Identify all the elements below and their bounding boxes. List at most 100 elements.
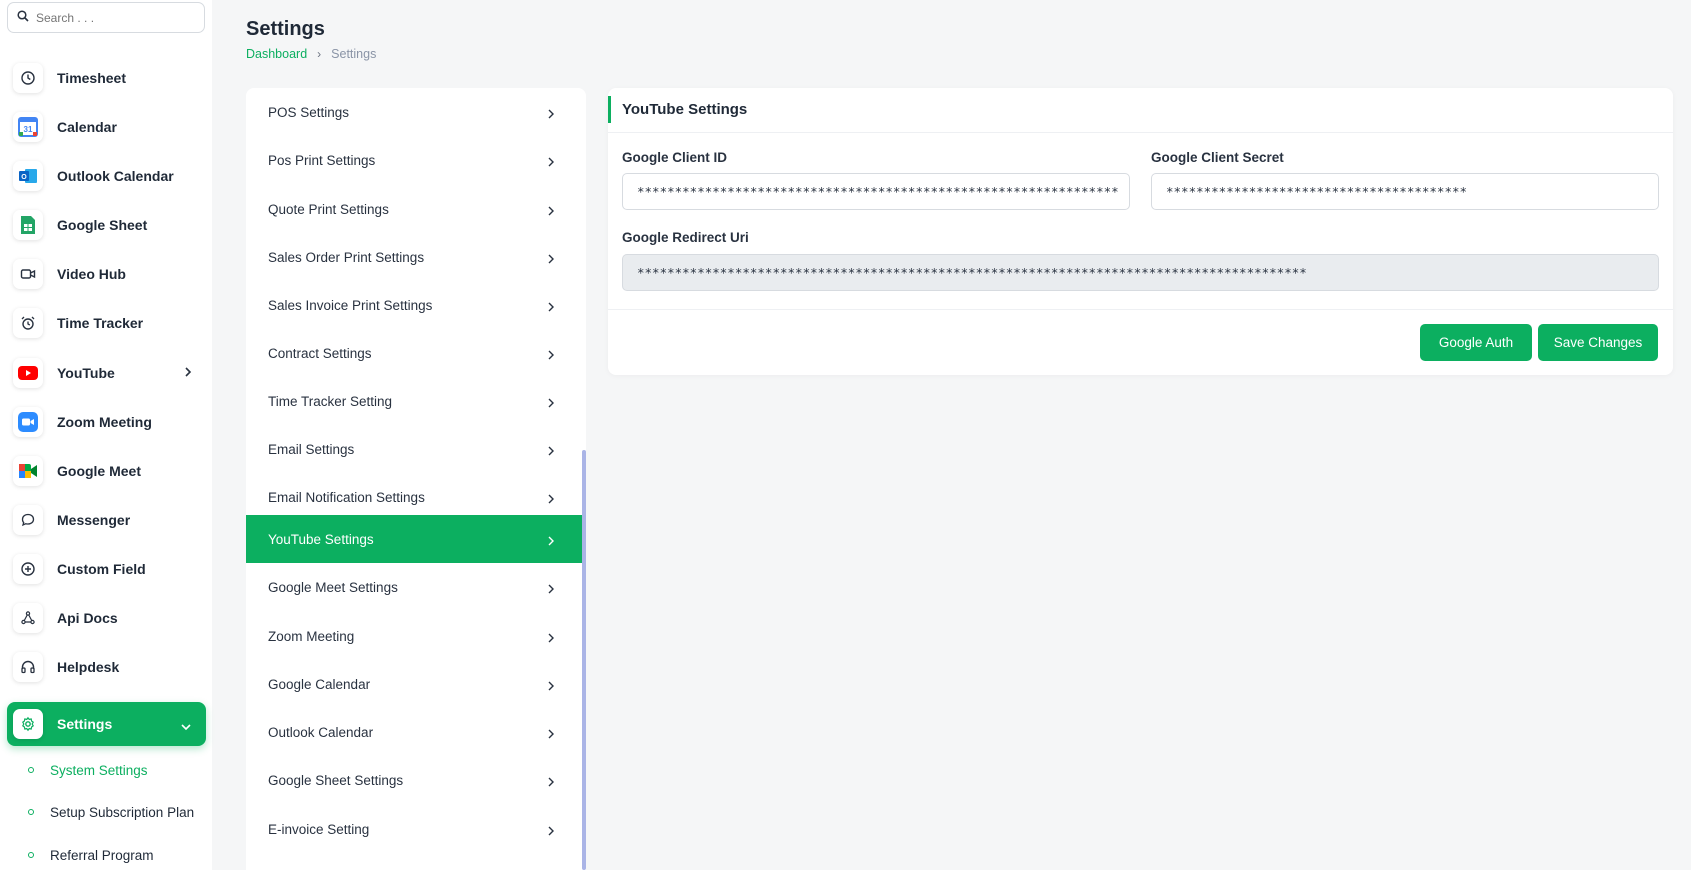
sidebar-item-label: Messenger (57, 512, 131, 528)
google-client-secret-input[interactable]: **************************************** (1151, 173, 1659, 210)
chevron-right-icon (548, 204, 554, 219)
zoom-icon (13, 407, 43, 437)
settings-item-email-settings[interactable]: Email Settings (246, 425, 582, 473)
settings-item-google-meet-settings[interactable]: Google Meet Settings (246, 563, 582, 611)
settings-item-zoom-meeting[interactable]: Zoom Meeting (246, 612, 582, 660)
sidebar-subitem-setup-subscription-plan[interactable]: Setup Subscription Plan (28, 802, 194, 822)
chevron-right-icon (184, 365, 192, 383)
sidebar-subitem-system-settings[interactable]: System Settings (28, 760, 148, 780)
chevron-right-icon (548, 348, 554, 363)
svg-text:31: 31 (24, 125, 33, 134)
card-header: YouTube Settings (608, 88, 1673, 133)
scrollbar-thumb[interactable] (582, 450, 586, 870)
settings-item-label: Zoom Meeting (268, 628, 355, 644)
chevron-right-icon (548, 679, 554, 694)
settings-item-pos-print-settings[interactable]: Pos Print Settings (246, 136, 582, 184)
video-icon (13, 259, 43, 289)
breadcrumb-dashboard-link[interactable]: Dashboard (246, 47, 307, 61)
sidebar-item-api-docs[interactable]: Api Docs (7, 596, 206, 640)
google-sheet-icon (13, 210, 43, 240)
sidebar-item-video-hub[interactable]: Video Hub (7, 252, 206, 296)
sidebar-subitem-referral-program[interactable]: Referral Program (28, 845, 154, 865)
sidebar: Timesheet 31 Calendar O Outlook Calendar… (0, 0, 212, 870)
save-changes-button[interactable]: Save Changes (1538, 324, 1658, 361)
sidebar-item-label: YouTube (57, 365, 115, 381)
settings-item-label: Sales Invoice Print Settings (268, 297, 433, 313)
chevron-right-icon (548, 444, 554, 459)
settings-item-label: Contract Settings (268, 345, 372, 361)
sidebar-item-label: Timesheet (57, 70, 126, 86)
bullet-icon (28, 852, 34, 858)
settings-nav-list: POS Settings Pos Print Settings Quote Pr… (246, 88, 586, 870)
settings-item-label: POS Settings (268, 104, 350, 120)
gear-icon (13, 709, 43, 739)
sidebar-item-label: Helpdesk (57, 659, 120, 675)
sidebar-subitem-label: System Settings (50, 762, 148, 778)
settings-item-google-sheet-settings[interactable]: Google Sheet Settings (246, 756, 582, 804)
settings-item-outlook-calendar[interactable]: Outlook Calendar (246, 708, 582, 756)
sidebar-item-calendar[interactable]: 31 Calendar (7, 105, 206, 149)
sidebar-item-label: Api Docs (57, 610, 118, 626)
breadcrumb-current: Settings (331, 47, 377, 61)
chevron-right-icon (548, 631, 554, 646)
chevron-right-icon (548, 534, 554, 549)
sidebar-item-settings[interactable]: Settings (7, 702, 206, 746)
sidebar-item-google-sheet[interactable]: Google Sheet (7, 203, 206, 247)
settings-item-label: Google Sheet Settings (268, 772, 404, 788)
sidebar-item-label: Google Sheet (57, 217, 148, 233)
settings-item-label: Outlook Calendar (268, 724, 374, 740)
chevron-right-icon (548, 727, 554, 742)
settings-item-label: Email Settings (268, 441, 355, 457)
chevron-right-icon (548, 824, 554, 839)
chevron-right-icon (548, 396, 554, 411)
google-redirect-uri-label: Google Redirect Uri (622, 230, 749, 245)
sidebar-item-google-meet[interactable]: Google Meet (7, 449, 206, 493)
settings-item-e-invoice-setting[interactable]: E-invoice Setting (246, 805, 582, 853)
sidebar-item-timesheet[interactable]: Timesheet (7, 56, 206, 100)
api-icon (13, 603, 43, 633)
sidebar-item-label: Custom Field (57, 561, 146, 577)
settings-item-youtube-settings[interactable]: YouTube Settings (246, 515, 582, 563)
headset-icon (13, 652, 43, 682)
sidebar-item-time-tracker[interactable]: Time Tracker (7, 301, 206, 345)
sidebar-item-zoom-meeting[interactable]: Zoom Meeting (7, 400, 206, 444)
sidebar-item-label: Video Hub (57, 266, 126, 282)
search-input[interactable] (36, 10, 196, 25)
settings-item-pos-settings[interactable]: POS Settings (246, 88, 582, 136)
google-redirect-uri-input: ****************************************… (622, 254, 1659, 291)
settings-item-label: Time Tracker Setting (268, 393, 393, 409)
chevron-right-icon (548, 300, 554, 315)
sidebar-item-custom-field[interactable]: Custom Field (7, 547, 206, 591)
outlook-icon: O (13, 161, 43, 191)
settings-item-google-calendar[interactable]: Google Calendar (246, 660, 582, 708)
sidebar-item-label: Settings (57, 716, 113, 732)
google-auth-button[interactable]: Google Auth (1420, 324, 1532, 361)
settings-item-time-tracker-setting[interactable]: Time Tracker Setting (246, 377, 582, 425)
settings-item-sales-order-print-settings[interactable]: Sales Order Print Settings (246, 233, 582, 281)
search-icon (17, 9, 29, 27)
chevron-right-icon (548, 582, 554, 597)
settings-item-contract-settings[interactable]: Contract Settings (246, 329, 582, 377)
chevron-right-icon (548, 775, 554, 790)
google-client-id-input[interactable]: ****************************************… (622, 173, 1130, 210)
search-box[interactable] (7, 2, 205, 33)
message-icon (13, 505, 43, 535)
settings-item-quote-print-settings[interactable]: Quote Print Settings (246, 185, 582, 233)
sidebar-item-messenger[interactable]: Messenger (7, 498, 206, 542)
settings-item-label: YouTube Settings (268, 531, 374, 547)
sidebar-item-label: Time Tracker (57, 315, 144, 331)
youtube-icon (13, 358, 43, 388)
sidebar-subitem-label: Referral Program (50, 847, 154, 863)
sidebar-item-outlook-calendar[interactable]: O Outlook Calendar (7, 154, 206, 198)
settings-item-label: Email Notification Settings (268, 489, 425, 505)
plus-circle-icon (13, 554, 43, 584)
sidebar-subitem-label: Setup Subscription Plan (50, 804, 195, 820)
sidebar-item-label: Zoom Meeting (57, 414, 152, 430)
calendar-icon: 31 (13, 112, 43, 142)
settings-item-sales-invoice-print-settings[interactable]: Sales Invoice Print Settings (246, 281, 582, 329)
clock-icon (13, 63, 43, 93)
sidebar-item-youtube[interactable]: YouTube (7, 351, 206, 395)
settings-item-email-notification-settings[interactable]: Email Notification Settings (246, 473, 582, 521)
google-meet-icon (13, 456, 43, 486)
sidebar-item-helpdesk[interactable]: Helpdesk (7, 645, 206, 689)
